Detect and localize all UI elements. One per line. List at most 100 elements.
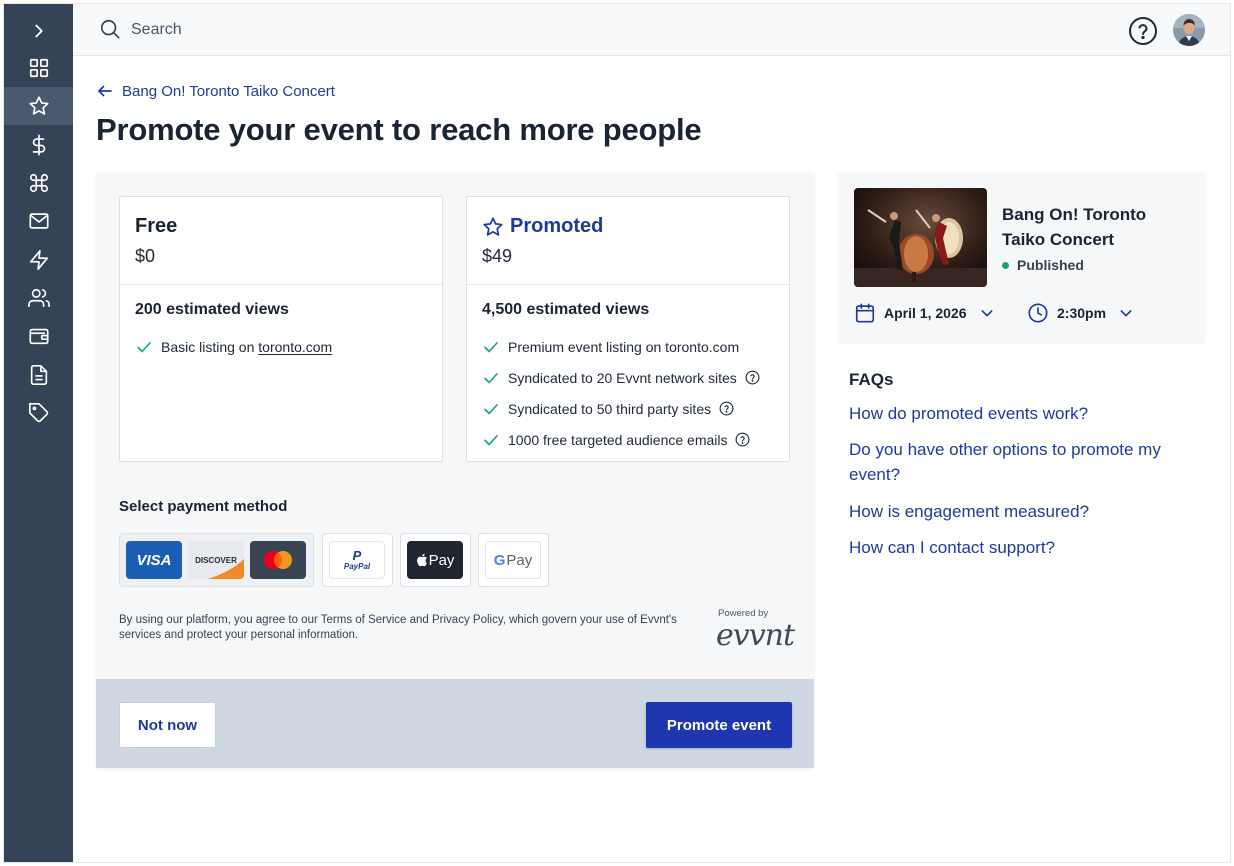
check-icon	[484, 434, 498, 445]
sidebar-item-messages[interactable]	[4, 202, 73, 240]
sidebar	[4, 4, 73, 862]
help-circle-icon[interactable]	[719, 401, 734, 416]
feature-label: Syndicated to 20 Evvnt network sites	[508, 369, 737, 386]
payment-method-label: Select payment method	[119, 498, 288, 515]
payment-option-cards[interactable]: VISA DISCOVER	[119, 533, 314, 587]
visa-card-icon: VISA	[126, 541, 182, 579]
chevron-right-icon	[34, 24, 43, 38]
status-label: Published	[1017, 257, 1084, 273]
user-avatar[interactable]	[1173, 14, 1205, 46]
plan-header: Promoted $49	[467, 197, 789, 285]
date-selector[interactable]: April 1, 2026	[854, 302, 995, 324]
help-circle-icon[interactable]	[735, 432, 750, 447]
command-icon	[29, 173, 48, 193]
visa-label: VISA	[136, 551, 172, 569]
faq-link[interactable]: Do you have other options to promote my …	[849, 437, 1179, 487]
star-icon	[28, 96, 49, 115]
feature-item: Basic listing on toronto.com	[135, 331, 427, 362]
paypal-mark: P	[352, 547, 362, 563]
dollar-icon	[32, 134, 45, 156]
payment-option-googlepay[interactable]: G Pay	[478, 533, 549, 587]
arrow-left-icon	[98, 85, 112, 97]
event-time-value: 2:30pm	[1057, 305, 1107, 321]
sidebar-item-audience[interactable]	[4, 279, 73, 317]
top-bar	[73, 4, 1230, 56]
feature-item: Syndicated to 20 Evvnt network sites	[482, 362, 774, 393]
plan-card-free[interactable]: Free $0 200 estimated views Basic listin…	[119, 196, 443, 462]
feature-label: Syndicated to 50 third party sites	[508, 400, 712, 417]
users-icon	[27, 288, 50, 308]
paypal-label: PayPal	[343, 561, 371, 571]
plan-name: Free	[135, 215, 178, 237]
faq-link[interactable]: How can I contact support?	[849, 535, 1179, 560]
plan-body: 200 estimated views Basic listing on tor…	[120, 285, 442, 378]
sidebar-item-documents[interactable]	[4, 356, 73, 394]
plan-estimated-views: 200 estimated views	[135, 301, 289, 318]
faq-link[interactable]: How do promoted events work?	[849, 401, 1179, 426]
event-date-value: April 1, 2026	[884, 305, 967, 321]
plan-header: Free $0	[120, 197, 442, 285]
terms-text: By using our platform, you agree to our …	[119, 614, 677, 641]
help-circle-icon[interactable]	[1128, 16, 1158, 46]
apple-logo-icon	[416, 553, 427, 567]
action-footer: Not now Promote event	[96, 679, 814, 768]
sidebar-item-activity[interactable]	[4, 241, 73, 279]
document-icon	[30, 365, 47, 385]
back-link-label: Bang On! Toronto Taiko Concert	[122, 82, 335, 100]
plan-card-promoted[interactable]: Promoted $49 4,500 estimated views Premi…	[466, 196, 790, 462]
plan-price: $0	[135, 246, 156, 266]
feature-item: Premium event listing on toronto.com	[482, 331, 774, 362]
event-status: Published	[1002, 257, 1084, 273]
toronto-link[interactable]: toronto.com	[258, 339, 332, 355]
grid-icon	[29, 58, 48, 78]
discover-card-icon: DISCOVER	[188, 541, 244, 579]
check-icon	[484, 372, 498, 383]
help-circle-icon[interactable]	[745, 370, 760, 385]
event-title: Bang On! Toronto Taiko Concert	[1002, 205, 1147, 249]
faq-title: FAQs	[849, 370, 894, 389]
check-icon	[137, 341, 151, 352]
feature-text: Basic listing on	[161, 338, 259, 355]
promote-event-button[interactable]: Promote event	[646, 702, 792, 748]
sidebar-item-tags[interactable]	[4, 394, 73, 432]
time-selector[interactable]: 2:30pm	[1027, 302, 1134, 324]
page-title: Promote your event to reach more people	[96, 112, 702, 147]
plan-price: $49	[482, 246, 513, 266]
feature-label: Premium event listing on toronto.com	[508, 338, 740, 355]
sidebar-item-dashboard[interactable]	[4, 49, 73, 87]
calendar-icon	[855, 303, 875, 323]
feature-label: 1000 free targeted audience emails	[508, 431, 728, 448]
sidebar-item-wallet[interactable]	[4, 317, 73, 355]
sidebar-item-promote[interactable]	[4, 87, 73, 125]
back-link[interactable]: Bang On! Toronto Taiko Concert	[96, 82, 335, 100]
apple-pay-label: Pay	[428, 551, 455, 569]
sidebar-expand-button[interactable]	[4, 12, 73, 50]
google-g-mark: G	[493, 551, 506, 569]
tag-icon	[28, 403, 48, 423]
mastercard-circles	[264, 551, 292, 569]
event-thumbnail[interactable]	[854, 188, 987, 287]
payment-option-applepay[interactable]: Pay	[400, 533, 471, 587]
feature-item: 1000 free targeted audience emails	[482, 424, 774, 455]
payment-option-paypal[interactable]: P PayPal	[322, 533, 393, 587]
search-icon	[100, 19, 120, 39]
chevron-down-icon	[1120, 310, 1132, 317]
status-dot-icon	[1002, 261, 1009, 269]
sidebar-item-shortcuts[interactable]	[4, 164, 73, 202]
paypal-icon: P PayPal	[329, 541, 385, 579]
plan-name: Promoted	[482, 215, 774, 238]
star-icon	[483, 216, 503, 236]
discover-label: DISCOVER	[195, 555, 237, 565]
google-pay-icon: G Pay	[485, 541, 541, 579]
not-now-button[interactable]: Not now	[119, 702, 216, 748]
avatar-image	[1173, 14, 1205, 46]
mail-icon	[28, 213, 49, 229]
wallet-icon	[28, 328, 49, 345]
app-frame: Bang On! Toronto Taiko Concert Promote y…	[3, 3, 1231, 863]
sidebar-item-payments[interactable]	[4, 126, 73, 164]
google-pay-label: Pay	[506, 551, 533, 569]
clock-icon	[1028, 303, 1048, 323]
faq-link[interactable]: How is engagement measured?	[849, 499, 1179, 524]
search-input[interactable]	[131, 16, 531, 44]
taiko-photo	[854, 188, 987, 287]
